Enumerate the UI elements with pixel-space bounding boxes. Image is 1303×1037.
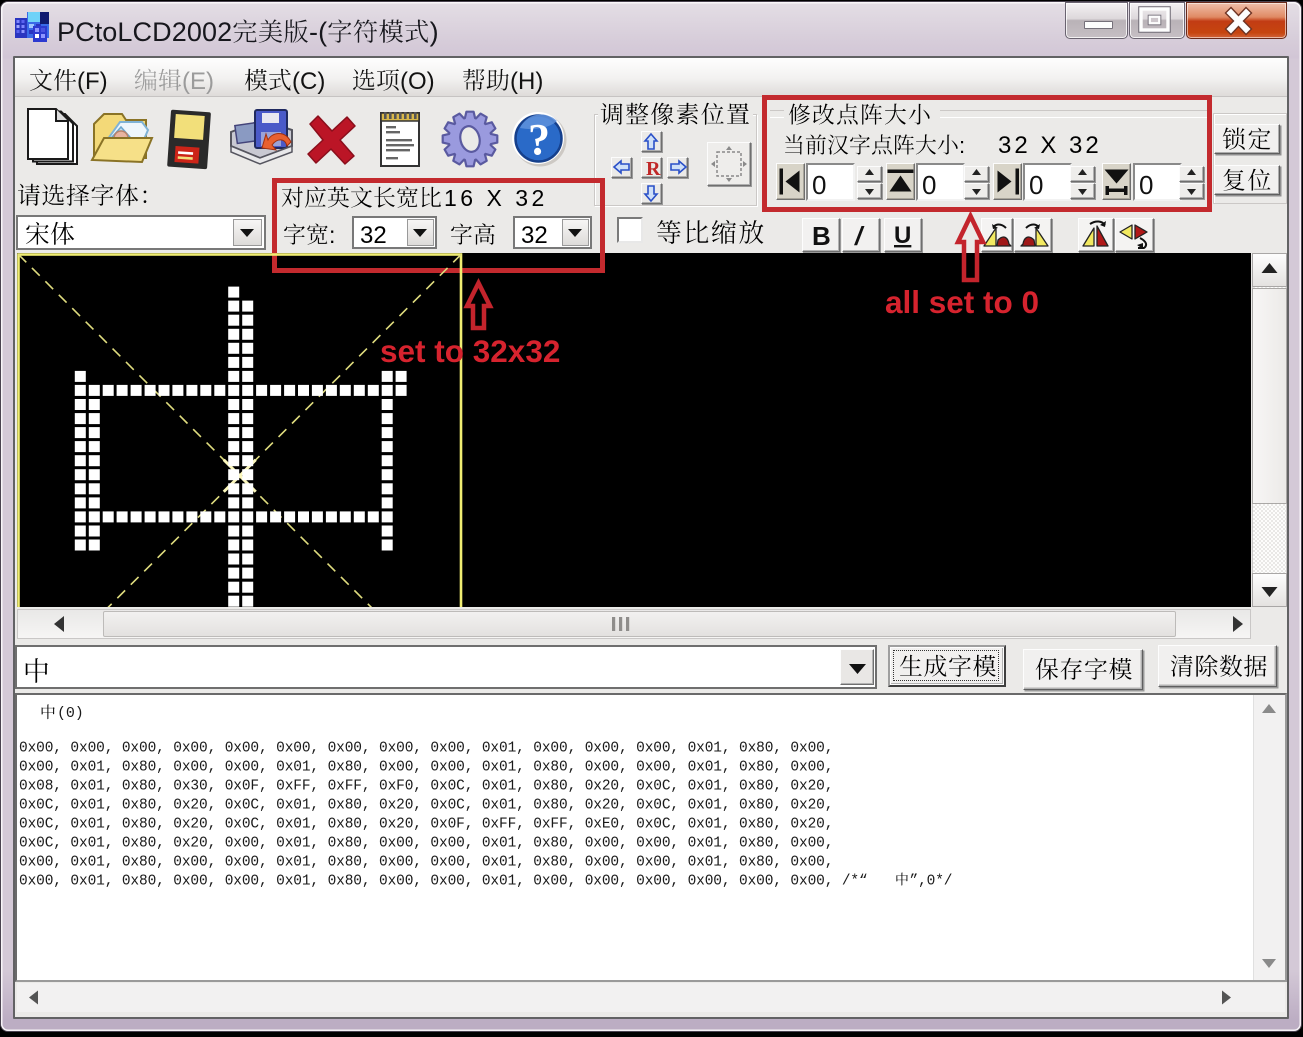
svg-text:0x0C, 0x01, 0x80, 0x20, 0x0C,: 0x0C, 0x01, 0x80, 0x20, 0x0C, 0x01, 0x80…	[19, 817, 833, 833]
svg-text:32: 32	[521, 222, 548, 249]
svg-text:16 X 32: 16 X 32	[444, 185, 548, 211]
svg-text:0x0C, 0x01, 0x80, 0x20, 0x00,: 0x0C, 0x01, 0x80, 0x20, 0x00, 0x01, 0x80…	[19, 836, 833, 852]
svg-text:PCtoLCD2002: PCtoLCD2002	[57, 17, 232, 47]
svg-text:U: U	[894, 222, 911, 249]
svg-text:): )	[430, 17, 439, 47]
svg-text::: :	[329, 222, 335, 248]
svg-text:0: 0	[1139, 170, 1153, 200]
svg-text:(H): (H)	[510, 68, 543, 95]
svg-text:(C): (C)	[292, 68, 325, 95]
svg-text:?: ?	[528, 115, 550, 164]
svg-text:(O): (O)	[400, 68, 435, 95]
svg-text:0x08, 0x01, 0x80, 0x30, 0x0F,: 0x08, 0x01, 0x80, 0x30, 0x0F, 0xFF, 0xFF…	[19, 779, 833, 795]
svg-text:0x00, 0x01, 0x80, 0x00, 0x00,: 0x00, 0x01, 0x80, 0x00, 0x00, 0x01, 0x80…	[19, 760, 833, 776]
svg-text:B: B	[812, 221, 831, 251]
svg-text:32: 32	[360, 222, 387, 249]
svg-text:(F): (F)	[77, 68, 108, 95]
svg-text:R: R	[646, 158, 661, 180]
svg-text:(E): (E)	[182, 68, 214, 95]
svg-text:0x00, 0x01, 0x80, 0x00, 0x00,: 0x00, 0x01, 0x80, 0x00, 0x00, 0x01, 0x80…	[19, 855, 833, 871]
svg-text:0x00, 0x00, 0x00, 0x00, 0x00,: 0x00, 0x00, 0x00, 0x00, 0x00, 0x00, 0x00…	[19, 741, 833, 757]
svg-text:0x0C, 0x01, 0x80, 0x20, 0x0C,: 0x0C, 0x01, 0x80, 0x20, 0x0C, 0x01, 0x80…	[19, 798, 833, 814]
svg-text:0: 0	[922, 170, 936, 200]
svg-text:”,0*/: ”,0*/	[910, 874, 953, 890]
svg-text::: :	[959, 133, 965, 158]
svg-text:0: 0	[812, 170, 826, 200]
svg-text:set to 32x32: set to 32x32	[380, 333, 560, 369]
svg-text:32 X 32: 32 X 32	[998, 132, 1102, 159]
svg-text:(0): (0)	[57, 705, 84, 722]
svg-text:all set to 0: all set to 0	[885, 284, 1039, 320]
svg-text:0x00, 0x01, 0x80, 0x00, 0x00,: 0x00, 0x01, 0x80, 0x00, 0x00, 0x01, 0x80…	[19, 874, 868, 890]
svg-text:/: /	[854, 221, 865, 251]
svg-text:-(: -(	[309, 17, 327, 47]
svg-text:0: 0	[1029, 170, 1043, 200]
